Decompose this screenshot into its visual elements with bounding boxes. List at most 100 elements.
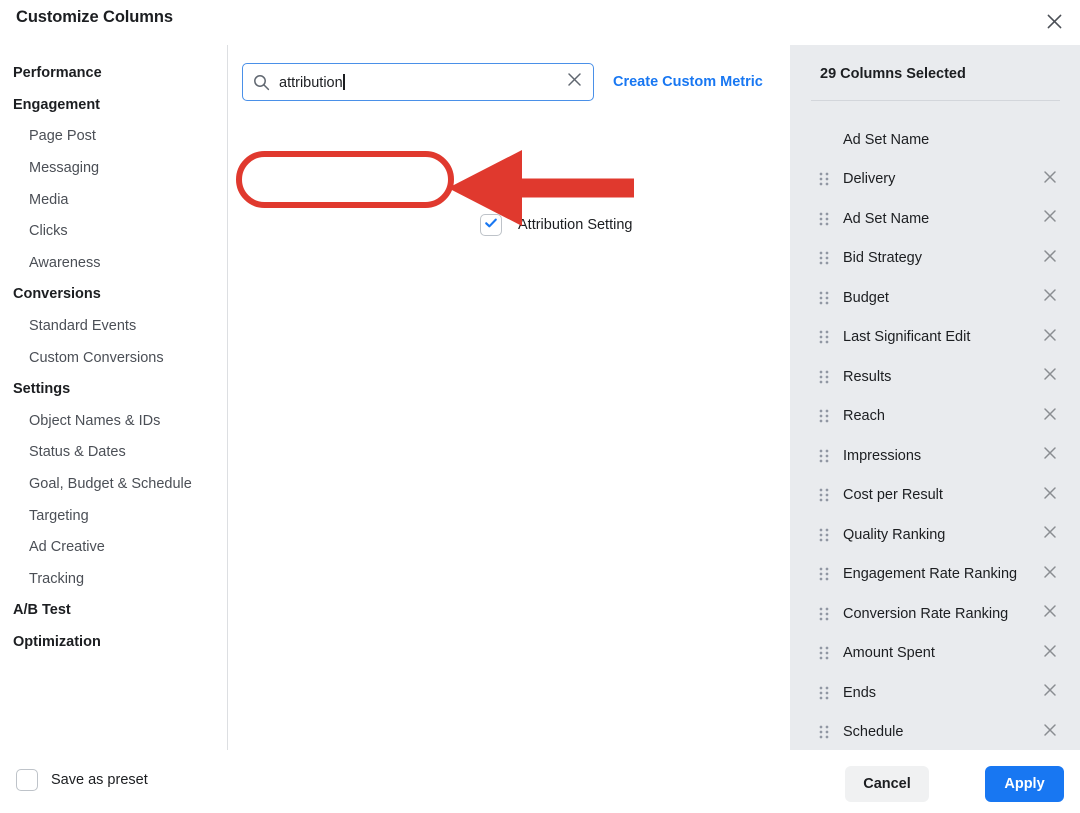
sidebar-item-clicks[interactable]: Clicks: [0, 216, 227, 248]
save-as-preset-checkbox[interactable]: [16, 769, 38, 791]
close-icon: [1043, 683, 1057, 702]
selected-column-row[interactable]: Delivery: [790, 160, 1080, 200]
remove-column-button[interactable]: [1040, 446, 1060, 466]
selected-column-row[interactable]: Schedule: [790, 713, 1080, 751]
remove-column-button[interactable]: [1040, 564, 1060, 584]
category-sidebar: Performance Engagement Page Post Messaging M…: [0, 45, 228, 750]
selected-column-row[interactable]: Results: [790, 357, 1080, 397]
sidebar-item-media[interactable]: Media: [0, 184, 227, 216]
remove-column-button[interactable]: [1040, 406, 1060, 426]
close-icon: [1043, 367, 1057, 386]
selected-column-row[interactable]: Last Significant Edit: [790, 318, 1080, 358]
sidebar-item-performance[interactable]: Performance: [0, 58, 227, 90]
drag-handle-icon[interactable]: [819, 409, 831, 423]
save-as-preset-row[interactable]: Save as preset: [16, 769, 148, 791]
close-icon: [1043, 644, 1057, 663]
sidebar-item-label: Optimization: [13, 633, 101, 650]
apply-button[interactable]: Apply: [985, 766, 1064, 802]
selected-column-row[interactable]: Conversion Rate Ranking: [790, 594, 1080, 634]
drag-handle-icon[interactable]: [819, 488, 831, 502]
selected-column-label: Quality Ranking: [843, 526, 946, 543]
selected-column-row[interactable]: Ends: [790, 673, 1080, 713]
sidebar-item-page-post[interactable]: Page Post: [0, 121, 227, 153]
sidebar-item-optimization[interactable]: Optimization: [0, 627, 227, 659]
remove-column-button[interactable]: [1040, 643, 1060, 663]
selected-column-row[interactable]: Quality Ranking: [790, 515, 1080, 555]
close-button[interactable]: [1041, 8, 1067, 34]
clear-search-button[interactable]: [563, 71, 585, 93]
search-input[interactable]: attribution: [242, 63, 594, 101]
create-custom-metric-link[interactable]: Create Custom Metric: [613, 74, 763, 90]
close-icon: [1043, 209, 1057, 228]
remove-column-button[interactable]: [1040, 327, 1060, 347]
text-caret: [343, 73, 345, 90]
column-option-checkbox[interactable]: [480, 214, 502, 236]
sidebar-item-standard-events[interactable]: Standard Events: [0, 311, 227, 343]
selected-columns-title: 29 Columns Selected: [820, 66, 966, 82]
drag-handle-icon[interactable]: [819, 251, 831, 265]
sidebar-item-conversions[interactable]: Conversions: [0, 279, 227, 311]
remove-column-button[interactable]: [1040, 604, 1060, 624]
remove-column-button[interactable]: [1040, 722, 1060, 742]
selected-column-row[interactable]: Cost per Result: [790, 476, 1080, 516]
drag-handle-icon[interactable]: [819, 567, 831, 581]
remove-column-button[interactable]: [1040, 248, 1060, 268]
selected-column-row[interactable]: Bid Strategy: [790, 239, 1080, 279]
sidebar-item-messaging[interactable]: Messaging: [0, 153, 227, 185]
drag-handle-icon[interactable]: [819, 725, 831, 739]
drag-handle-icon[interactable]: [819, 291, 831, 305]
drag-handle-icon[interactable]: [819, 172, 831, 186]
drag-handle-icon[interactable]: [819, 212, 831, 226]
sidebar-item-label: Awareness: [29, 254, 101, 271]
selected-column-label: Results: [843, 368, 892, 385]
sidebar-item-object-names-ids[interactable]: Object Names & IDs: [0, 406, 227, 438]
remove-column-button[interactable]: [1040, 288, 1060, 308]
remove-column-button[interactable]: [1040, 683, 1060, 703]
drag-handle-icon[interactable]: [819, 686, 831, 700]
sidebar-item-targeting[interactable]: Targeting: [0, 500, 227, 532]
selected-column-row[interactable]: Amount Spent: [790, 634, 1080, 674]
clear-icon: [567, 72, 582, 92]
selected-column-row[interactable]: Impressions: [790, 436, 1080, 476]
search-input-value: attribution: [279, 73, 563, 91]
remove-column-button[interactable]: [1040, 485, 1060, 505]
drag-handle-icon[interactable]: [819, 646, 831, 660]
sidebar-item-ad-creative[interactable]: Ad Creative: [0, 532, 227, 564]
selected-column-row[interactable]: Ad Set Name: [790, 199, 1080, 239]
sidebar-item-label: Media: [29, 191, 69, 208]
sidebar-item-a-b-test[interactable]: A/B Test: [0, 595, 227, 627]
sidebar-item-label: Goal, Budget & Schedule: [29, 476, 192, 493]
sidebar-item-custom-conversions[interactable]: Custom Conversions: [0, 342, 227, 374]
sidebar-item-goal-budget-schedule[interactable]: Goal, Budget & Schedule: [0, 469, 227, 501]
remove-column-button[interactable]: [1040, 367, 1060, 387]
selected-column-row[interactable]: Budget: [790, 278, 1080, 318]
sidebar-item-tracking[interactable]: Tracking: [0, 564, 227, 596]
close-icon: [1043, 288, 1057, 307]
sidebar-item-engagement[interactable]: Engagement: [0, 90, 227, 122]
sidebar-item-status-dates[interactable]: Status & Dates: [0, 437, 227, 469]
column-option-label: Attribution Setting: [518, 217, 633, 233]
remove-column-button[interactable]: [1040, 209, 1060, 229]
sidebar-item-label: Tracking: [29, 570, 85, 587]
drag-handle-icon[interactable]: [819, 528, 831, 542]
selected-column-row[interactable]: Engagement Rate Ranking: [790, 555, 1080, 595]
remove-column-button[interactable]: [1040, 169, 1060, 189]
save-as-preset-label: Save as preset: [51, 772, 148, 788]
close-icon: [1043, 407, 1057, 426]
sidebar-item-settings[interactable]: Settings: [0, 374, 227, 406]
cancel-button[interactable]: Cancel: [845, 766, 929, 802]
result-count-label: 1 Column: [480, 178, 540, 193]
column-option-attribution-setting[interactable]: Attribution Setting: [480, 205, 780, 245]
sidebar-item-awareness[interactable]: Awareness: [0, 248, 227, 280]
drag-handle-icon[interactable]: [819, 607, 831, 621]
selected-column-label: Reach: [843, 408, 885, 425]
sidebar-item-label: Messaging: [29, 160, 100, 177]
selected-column-row[interactable]: Reach: [790, 397, 1080, 437]
close-icon: [1047, 14, 1062, 29]
remove-column-button[interactable]: [1040, 525, 1060, 545]
drag-handle-icon[interactable]: [819, 330, 831, 344]
drag-handle-icon[interactable]: [819, 370, 831, 384]
drag-handle-icon[interactable]: [819, 449, 831, 463]
selected-column-label: Schedule: [843, 724, 904, 741]
search-icon: [253, 74, 270, 91]
